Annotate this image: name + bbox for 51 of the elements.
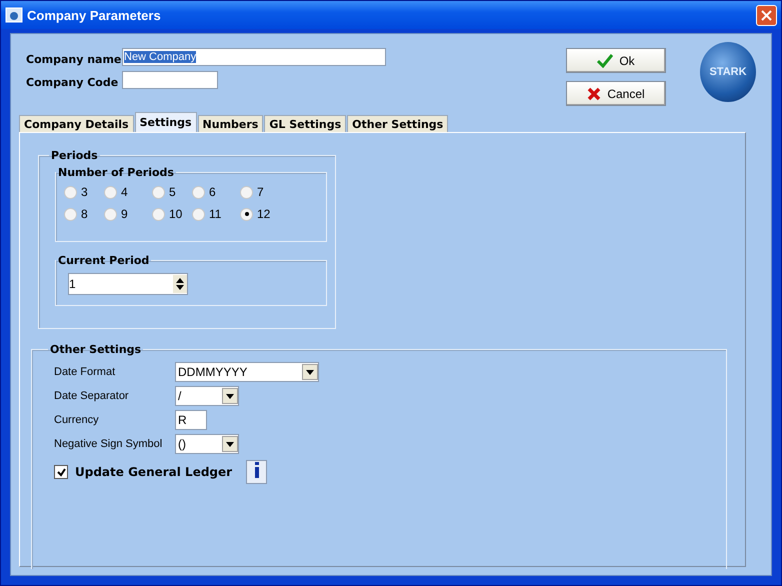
period-radio[interactable]: 12 [240, 207, 290, 221]
dropdown-arrow-icon [226, 394, 234, 398]
period-radio[interactable]: 5 [152, 185, 192, 199]
setting-label: Negative Sign Symbol [54, 438, 164, 450]
ok-button[interactable]: Ok [566, 48, 666, 73]
group-title: Number of Periods [57, 166, 175, 179]
close-button[interactable] [756, 4, 777, 26]
period-radio[interactable]: 11 [192, 207, 240, 221]
period-radio[interactable]: 4 [104, 185, 152, 199]
radio-dot-icon [244, 212, 248, 216]
period-radio[interactable]: 8 [64, 207, 104, 221]
check-icon [597, 54, 614, 68]
setting-dropdown[interactable]: DDMMYYYY [175, 362, 319, 382]
period-radio[interactable]: 7 [240, 185, 290, 199]
company-name-label: Company name [26, 53, 122, 66]
spin-arrows-icon [176, 278, 184, 290]
setting-label: Date Format [54, 366, 116, 378]
tab[interactable]: Settings [134, 112, 197, 132]
setting-label: Date Separator [54, 390, 130, 402]
cross-icon [587, 86, 602, 100]
company-code-field[interactable] [122, 71, 218, 89]
update-ledger-checkbox[interactable] [54, 465, 68, 479]
tab[interactable]: Company Details [19, 115, 134, 132]
close-icon [761, 10, 772, 20]
checkbox-label: Update General Ledger [75, 465, 232, 479]
setting-label: Currency [54, 414, 100, 426]
tab[interactable]: Numbers [198, 115, 264, 132]
currency-field[interactable]: R [175, 410, 207, 430]
company-name-field[interactable]: New Company [122, 48, 386, 66]
current-period-spinner[interactable]: 1 [68, 273, 188, 295]
period-radio[interactable]: 10 [152, 207, 192, 221]
tab[interactable]: GL Settings [264, 115, 346, 132]
logo: STARK [700, 42, 756, 102]
check-mark-icon [56, 468, 66, 476]
setting-dropdown[interactable]: / [175, 386, 239, 406]
group-title: Current Period [57, 254, 150, 267]
window-title: Company Parameters [27, 8, 162, 22]
company-code-label: Company Code [26, 76, 120, 89]
group-title: Other Settings [49, 343, 142, 356]
tab[interactable]: Other Settings [347, 115, 448, 132]
period-radio[interactable]: 9 [104, 207, 152, 221]
group-title: Periods [50, 149, 99, 162]
app-icon [5, 6, 23, 24]
cancel-button[interactable]: Cancel [566, 81, 666, 106]
setting-dropdown[interactable]: () [175, 434, 239, 454]
period-radio[interactable]: 3 [64, 185, 104, 199]
period-radio[interactable]: 6 [192, 185, 240, 199]
dropdown-arrow-icon [306, 370, 314, 374]
info-icon [252, 462, 261, 478]
info-button[interactable] [246, 460, 268, 484]
dropdown-arrow-icon [226, 442, 234, 446]
